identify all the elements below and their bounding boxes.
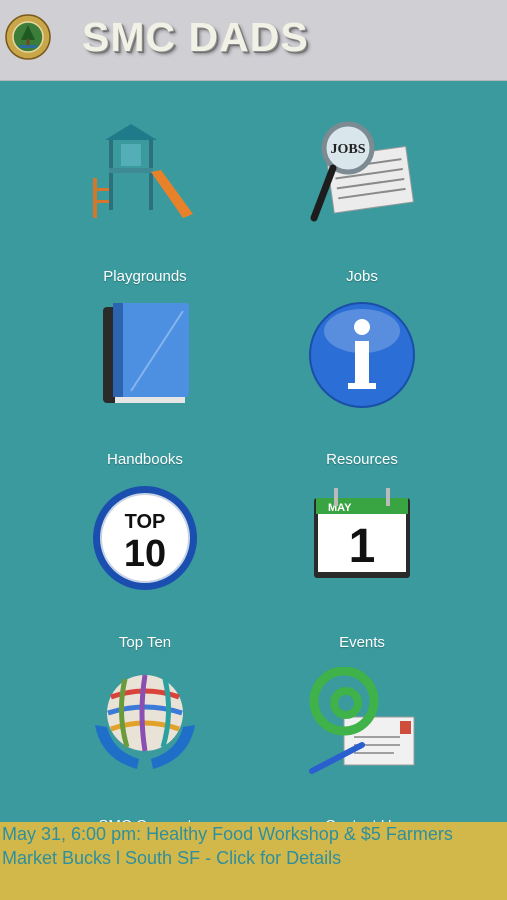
app-title: SMC DADS [82,14,309,60]
tile-label: Jobs [346,268,378,285]
info-icon [309,302,415,408]
top-ten-badge-icon: TOP 10 [93,486,197,590]
tile-label: Handbooks [107,451,183,468]
menu-grid: Playgrounds JOBS Jobs Handbooks Resource… [0,80,507,834]
app-header: SMC DADS [0,0,507,81]
top-text: TOP [125,511,166,533]
tile-label: Resources [326,451,398,468]
tile-playgrounds[interactable]: Playgrounds [45,118,245,285]
email-at-icon [309,667,415,774]
tile-top-ten[interactable]: TOP 10 Top Ten [45,484,245,651]
ten-text: 10 [124,533,166,575]
event-banner[interactable]: May 31, 6:00 pm: Healthy Food Workshop &… [0,822,507,900]
calendar-icon: MAY 1 [314,488,410,578]
tile-label: Events [339,634,385,651]
day-text: 1 [349,520,376,573]
month-text: MAY [328,502,352,514]
jobs-magnifier-icon: JOBS [310,121,415,222]
tile-label: Top Ten [118,634,172,651]
tile-label: Playgrounds [103,268,187,285]
county-seal-icon [5,14,51,60]
playground-icon [93,124,193,218]
tile-events[interactable]: MAY 1 Events [262,484,462,651]
jobs-text: JOBS [330,142,365,157]
tile-contact-us[interactable]: Contact Us [262,667,462,834]
tile-resources[interactable]: Resources [262,301,462,468]
book-icon [103,303,189,403]
banner-text[interactable]: May 31, 6:00 pm: Healthy Food Workshop &… [2,822,502,870]
tile-smc-connect[interactable]: SMC Connect [45,667,245,834]
globe-hands-icon [95,674,195,769]
tile-handbooks[interactable]: Handbooks [45,301,245,468]
tile-jobs[interactable]: JOBS Jobs [262,118,462,285]
